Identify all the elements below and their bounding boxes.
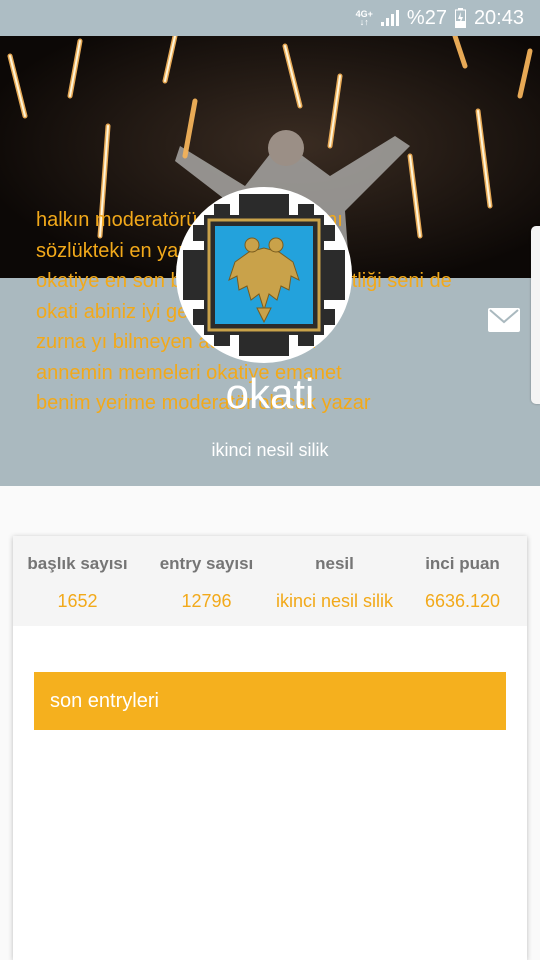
side-panel-handle[interactable] bbox=[531, 226, 540, 404]
stat-value: 12796 bbox=[181, 591, 232, 611]
battery-percentage: %27 bbox=[406, 6, 447, 29]
stat-label: entry sayısı bbox=[159, 554, 254, 573]
network-arrows-icon: ↓↑ bbox=[359, 17, 369, 27]
stat-value: 6636.120 bbox=[424, 591, 501, 611]
stat-label: başlık sayısı bbox=[27, 554, 128, 573]
network-indicator: 4G+ ↓↑ bbox=[356, 10, 373, 27]
clock: 20:43 bbox=[473, 6, 524, 29]
profile-subtitle: ikinci nesil silik bbox=[211, 440, 329, 460]
signal-icon bbox=[380, 10, 399, 26]
avatar[interactable] bbox=[176, 187, 352, 363]
stat-label: nesil bbox=[315, 554, 354, 573]
profile-username: okati bbox=[225, 370, 315, 417]
profile-card: başlık sayısı 1652 entry sayısı 12796 ne… bbox=[13, 536, 527, 960]
status-bar: 4G+ ↓↑ %27 20:43 bbox=[0, 0, 540, 36]
envelope-icon bbox=[488, 308, 520, 332]
double-headed-eagle-emblem-icon bbox=[179, 190, 349, 360]
stat-value: ikinci nesil silik bbox=[275, 591, 394, 611]
stat-value: 1652 bbox=[57, 591, 98, 611]
battery-icon bbox=[454, 8, 466, 28]
send-message-button[interactable] bbox=[488, 308, 520, 332]
stats-row: başlık sayısı 1652 entry sayısı 12796 ne… bbox=[13, 536, 527, 626]
stat-label: inci puan bbox=[425, 554, 500, 573]
recent-entries-header: son entryleri bbox=[34, 672, 506, 730]
